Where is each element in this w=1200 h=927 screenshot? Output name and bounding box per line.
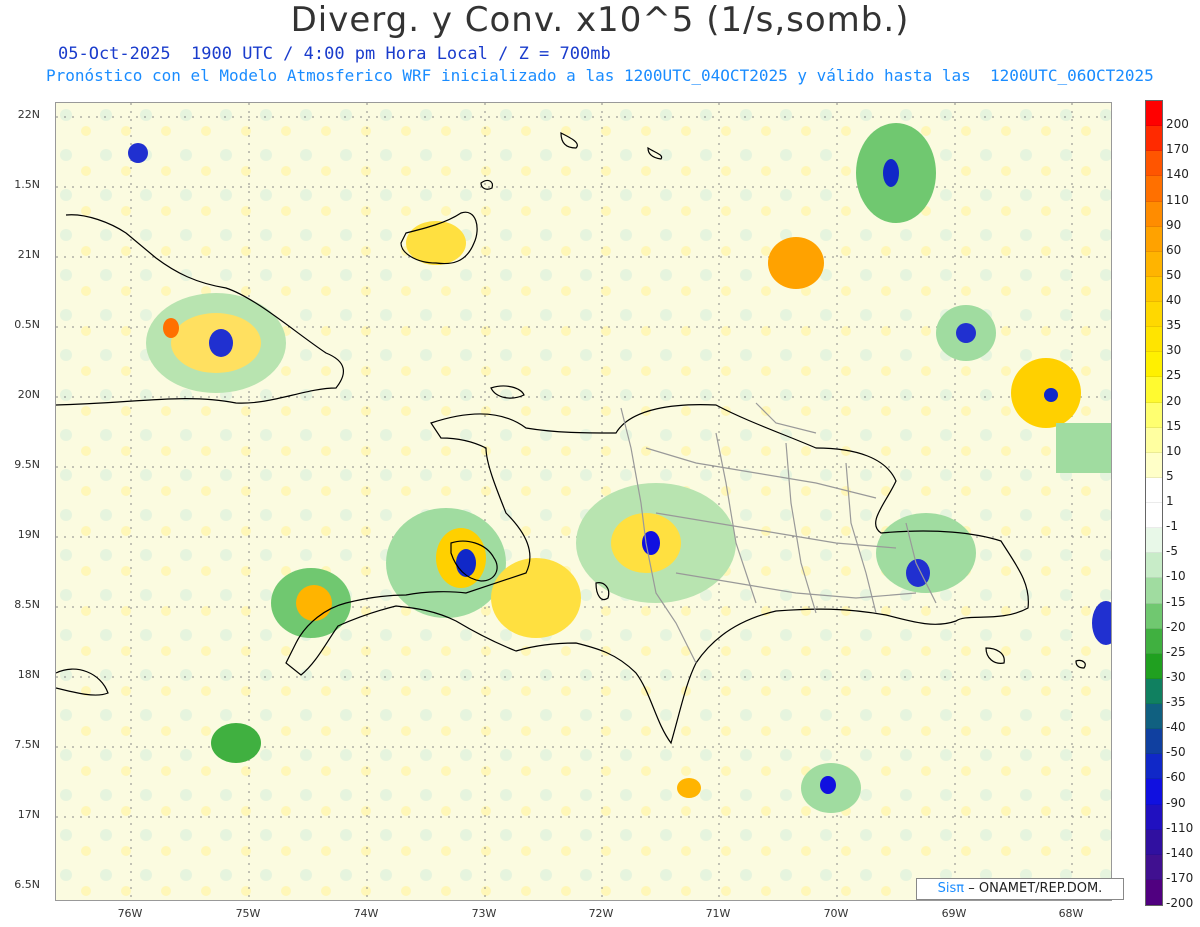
colorbar-label: -200 [1166,896,1194,910]
field-background [56,103,1111,900]
colorbar-swatch [1146,603,1162,629]
colorbar-swatch [1146,528,1162,554]
colorbar-swatch [1146,101,1162,127]
lat-tick-20n: 20N [17,388,40,401]
credit-text: – ONAMET/REP.DOM. [968,881,1103,896]
colorbar-swatch [1146,829,1162,855]
colorbar-label: -50 [1166,745,1186,760]
colorbar-label: 15 [1166,418,1182,433]
lat-tick-20-5n: 0.5N [14,318,40,331]
lat-tick-16-5n: 6.5N [14,878,40,891]
colorbar-label: 20 [1166,393,1182,408]
subtitle-model: Pronóstico con el Modelo Atmosferico WRF… [46,66,1154,85]
colorbar-swatch [1146,427,1162,453]
credit-box: Sisπ – ONAMET/REP.DOM. [916,878,1124,900]
lat-tick-21-5n: 1.5N [14,178,40,191]
lat-tick-22n: 22N [17,108,40,121]
colorbar-label: -90 [1166,795,1186,810]
colorbar-label: -110 [1166,820,1194,835]
colorbar-label: 90 [1166,217,1182,232]
colorbar-label: -40 [1166,720,1186,735]
colorbar-label: 110 [1166,192,1189,207]
subtitle-date: 05-Oct-2025 1900 UTC / 4:00 pm Hora Loca… [58,44,611,64]
colorbar-label: 10 [1166,443,1182,458]
colorbar-swatch [1146,653,1162,679]
colorbar-swatch [1146,377,1162,403]
colorbar-swatch [1146,879,1162,905]
colorbar [1145,100,1163,906]
lon-tick-70w: 70W [823,907,849,920]
colorbar-swatch [1146,553,1162,579]
colorbar-swatch [1146,151,1162,177]
colorbar-swatch [1146,402,1162,428]
colorbar-label: 5 [1166,468,1174,483]
lat-tick-17n: 17N [17,808,40,821]
lon-tick-72w: 72W [588,907,614,920]
colorbar-swatch [1146,126,1162,152]
colorbar-swatch [1146,327,1162,353]
lon-tick-75w: 75W [235,907,261,920]
colorbar-label: 35 [1166,318,1182,333]
colorbar-label: 200 [1166,117,1189,132]
colorbar-label: -170 [1166,870,1194,885]
colorbar-label: 25 [1166,368,1182,383]
colorbar-label: -35 [1166,695,1186,709]
colorbar-swatch [1146,804,1162,830]
sis-logo: Sisπ [937,881,965,896]
colorbar-label: -30 [1166,669,1186,684]
lat-tick-17-5n: 7.5N [14,738,40,751]
map-area[interactable] [55,102,1112,901]
colorbar-swatch [1146,452,1162,478]
lon-tick-76w: 76W [117,907,143,920]
colorbar-label: 50 [1166,267,1182,282]
colorbar-swatch [1146,729,1162,755]
colorbar-swatch [1146,477,1162,503]
colorbar-swatch [1146,352,1162,378]
colorbar-swatch [1146,276,1162,302]
lat-tick-18-5n: 8.5N [14,598,40,611]
lon-tick-69w: 69W [941,907,967,920]
colorbar-swatch [1146,176,1162,202]
colorbar-label: -60 [1166,770,1186,785]
lat-tick-19-5n: 9.5N [14,458,40,471]
colorbar-swatch [1146,704,1162,730]
colorbar-label: -1 [1166,519,1178,534]
map-title: Diverg. y Conv. x10^5 (1/s,somb.) [290,0,910,40]
colorbar-label: 60 [1166,242,1182,257]
colorbar-label: 30 [1166,343,1182,358]
colorbar-label: -20 [1166,619,1186,634]
colorbar-swatch [1146,226,1162,252]
lat-tick-21n: 21N [17,248,40,261]
colorbar-label: -15 [1166,594,1186,609]
colorbar-swatch [1146,251,1162,277]
lon-tick-71w: 71W [705,907,731,920]
colorbar-label: -5 [1166,544,1178,559]
lat-tick-18n: 18N [17,668,40,681]
colorbar-label: -10 [1166,569,1186,584]
map-canvas [56,103,1111,900]
colorbar-swatch [1146,628,1162,654]
colorbar-label: 40 [1166,293,1182,307]
colorbar-label: 1 [1166,494,1174,508]
colorbar-label: 140 [1166,167,1189,182]
lat-tick-19n: 19N [17,528,40,541]
lon-tick-74w: 74W [353,907,379,920]
lon-tick-73w: 73W [471,907,497,920]
lon-tick-68w: 68W [1058,907,1084,920]
colorbar-swatch [1146,854,1162,880]
colorbar-swatch [1146,678,1162,704]
colorbar-swatch [1146,578,1162,604]
colorbar-swatch [1146,503,1162,529]
colorbar-swatch [1146,779,1162,805]
colorbar-label: 170 [1166,142,1189,157]
colorbar-swatch [1146,754,1162,780]
colorbar-label: -140 [1166,845,1194,860]
colorbar-swatch [1146,302,1162,328]
colorbar-label: -25 [1166,644,1186,659]
colorbar-swatch [1146,201,1162,227]
